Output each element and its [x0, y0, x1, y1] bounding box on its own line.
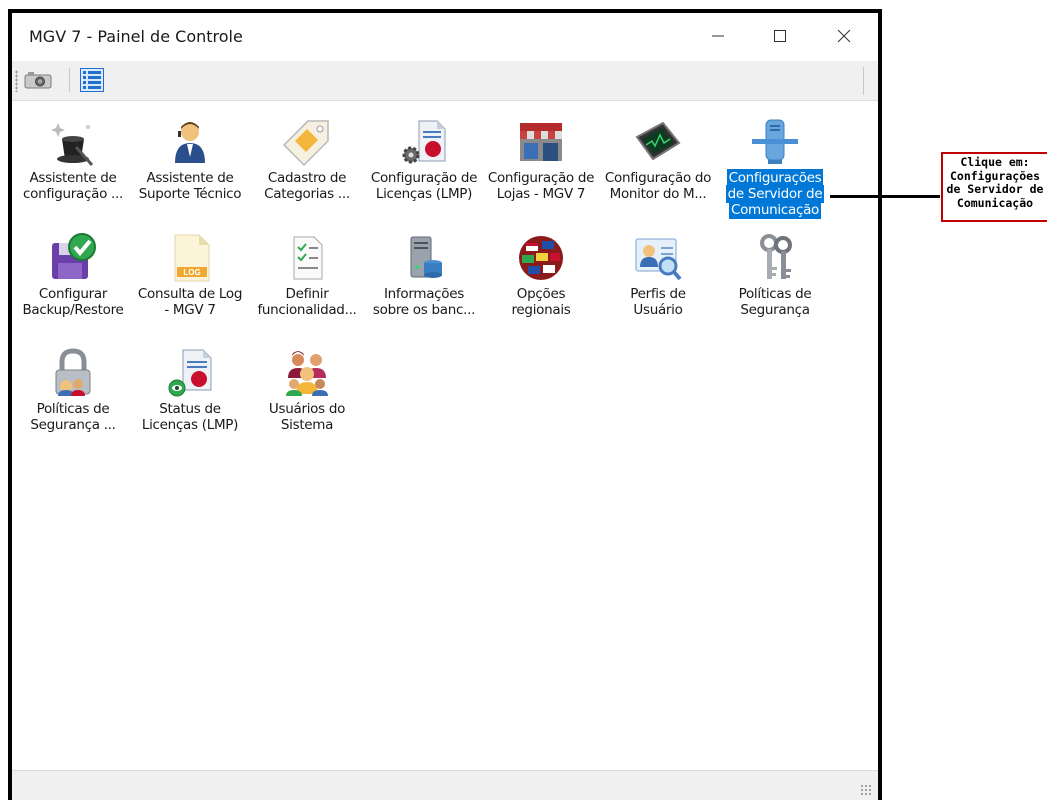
tag-icon	[282, 120, 329, 167]
item-label: Políticas de Segurança ...	[30, 401, 116, 433]
server-network-icon	[752, 119, 798, 164]
backup-disk-icon	[52, 233, 96, 279]
callout-line-4: Comunicação	[956, 195, 1034, 210]
item-label: Status de Licenças (LMP)	[141, 401, 239, 433]
window-title: MGV 7 - Painel de Controle	[29, 27, 243, 46]
item-database-info[interactable]: Informações sobre os banc...	[366, 230, 482, 342]
item-label: Usuários do Sistema	[268, 401, 346, 433]
item-setup-wizard[interactable]: Assistente de configuração ...	[15, 114, 131, 226]
minimize-icon	[712, 35, 724, 37]
status-bar	[12, 770, 878, 800]
item-label: Políticas de Segurança	[738, 286, 812, 318]
log-file-icon: LOG	[174, 234, 210, 282]
users-group-icon	[286, 351, 328, 396]
maximize-icon	[774, 30, 786, 42]
database-server-icon	[410, 236, 442, 278]
item-label: Perfis de Usuário	[630, 286, 686, 318]
callout-pointer-line	[830, 195, 940, 198]
item-label: Informações sobre os banc...	[372, 286, 476, 318]
title-bar[interactable]: MGV 7 - Painel de Controle	[12, 13, 878, 59]
item-regional-options[interactable]: Opções regionais	[483, 230, 599, 342]
checklist-icon	[293, 236, 323, 280]
toolbar-grip[interactable]	[15, 70, 18, 92]
list-view-icon	[80, 68, 104, 92]
item-label: Configurações de Servidor de Comunicação	[725, 169, 825, 219]
list-view-button[interactable]	[78, 67, 106, 93]
callout-line-1: Clique em:	[960, 155, 1030, 169]
item-define-features[interactable]: Definir funcionalidad...	[249, 230, 365, 342]
item-user-profiles[interactable]: Perfis de Usuário	[600, 230, 716, 342]
item-comm-server-config[interactable]: Configurações de Servidor de Comunicação	[717, 114, 833, 226]
item-label: Configuração do Monitor do M...	[604, 170, 712, 202]
item-label: Cadastro de Categorias ...	[264, 170, 350, 202]
svg-text:LOG: LOG	[183, 268, 200, 277]
item-security-policies-2[interactable]: Políticas de Segurança ...	[15, 345, 131, 457]
monitor-icon	[635, 121, 681, 161]
item-system-users[interactable]: Usuários do Sistema	[249, 345, 365, 457]
item-label: Configurar Backup/Restore	[22, 286, 124, 318]
camera-button[interactable]	[24, 67, 52, 93]
toolbar-separator	[69, 68, 70, 92]
control-panel-window: MGV 7 - Painel de Controle Assistente de…	[8, 9, 882, 800]
item-monitor-config[interactable]: Configuração do Monitor do M...	[600, 114, 716, 226]
callout-line-3: de Servidor de	[946, 182, 1044, 196]
keys-icon	[760, 234, 792, 279]
item-label: Configuração de Licenças (LMP)	[370, 170, 478, 202]
license-status-icon	[168, 349, 212, 397]
item-category-register[interactable]: Cadastro de Categorias ...	[249, 114, 365, 226]
item-backup-restore[interactable]: Configurar Backup/Restore	[15, 230, 131, 342]
item-label: Opções regionais	[511, 286, 571, 318]
item-label: Consulta de Log - MGV 7	[137, 286, 243, 318]
license-gear-icon	[402, 120, 446, 164]
item-label: Assistente de configuração ...	[22, 170, 123, 202]
padlock-icon	[55, 348, 91, 396]
toolbar	[12, 61, 878, 101]
toolbar-end-separator	[863, 67, 864, 95]
camera-icon	[24, 72, 52, 89]
item-label: Definir funcionalidad...	[257, 286, 357, 318]
item-security-policies[interactable]: Políticas de Segurança	[717, 230, 833, 342]
close-button[interactable]	[814, 13, 874, 59]
callout-line-2: Configurações	[949, 168, 1040, 183]
item-store-config[interactable]: Configuração de Lojas - MGV 7	[483, 114, 599, 226]
flags-globe-icon	[519, 236, 563, 280]
item-license-config[interactable]: Configuração de Licenças (LMP)	[366, 114, 482, 226]
store-icon	[520, 123, 562, 161]
resize-grip-icon[interactable]	[860, 784, 872, 796]
item-tech-support-wizard[interactable]: Assistente de Suporte Técnico	[132, 114, 248, 226]
control-panel-items: Assistente de configuração ... Assistente…	[12, 102, 878, 770]
item-label: Assistente de Suporte Técnico	[138, 170, 242, 202]
maximize-button[interactable]	[750, 13, 810, 59]
minimize-button[interactable]	[688, 13, 748, 59]
item-label: Configuração de Lojas - MGV 7	[487, 170, 595, 202]
support-person-icon	[175, 122, 205, 163]
user-profile-search-icon	[635, 238, 682, 281]
instruction-callout: Clique em: Configurações de Servidor de …	[941, 152, 1047, 222]
close-icon	[837, 29, 851, 43]
magic-hat-icon	[51, 123, 94, 166]
item-license-status[interactable]: Status de Licenças (LMP)	[132, 345, 248, 457]
item-log-query[interactable]: LOG Consulta de Log - MGV 7	[132, 230, 248, 342]
